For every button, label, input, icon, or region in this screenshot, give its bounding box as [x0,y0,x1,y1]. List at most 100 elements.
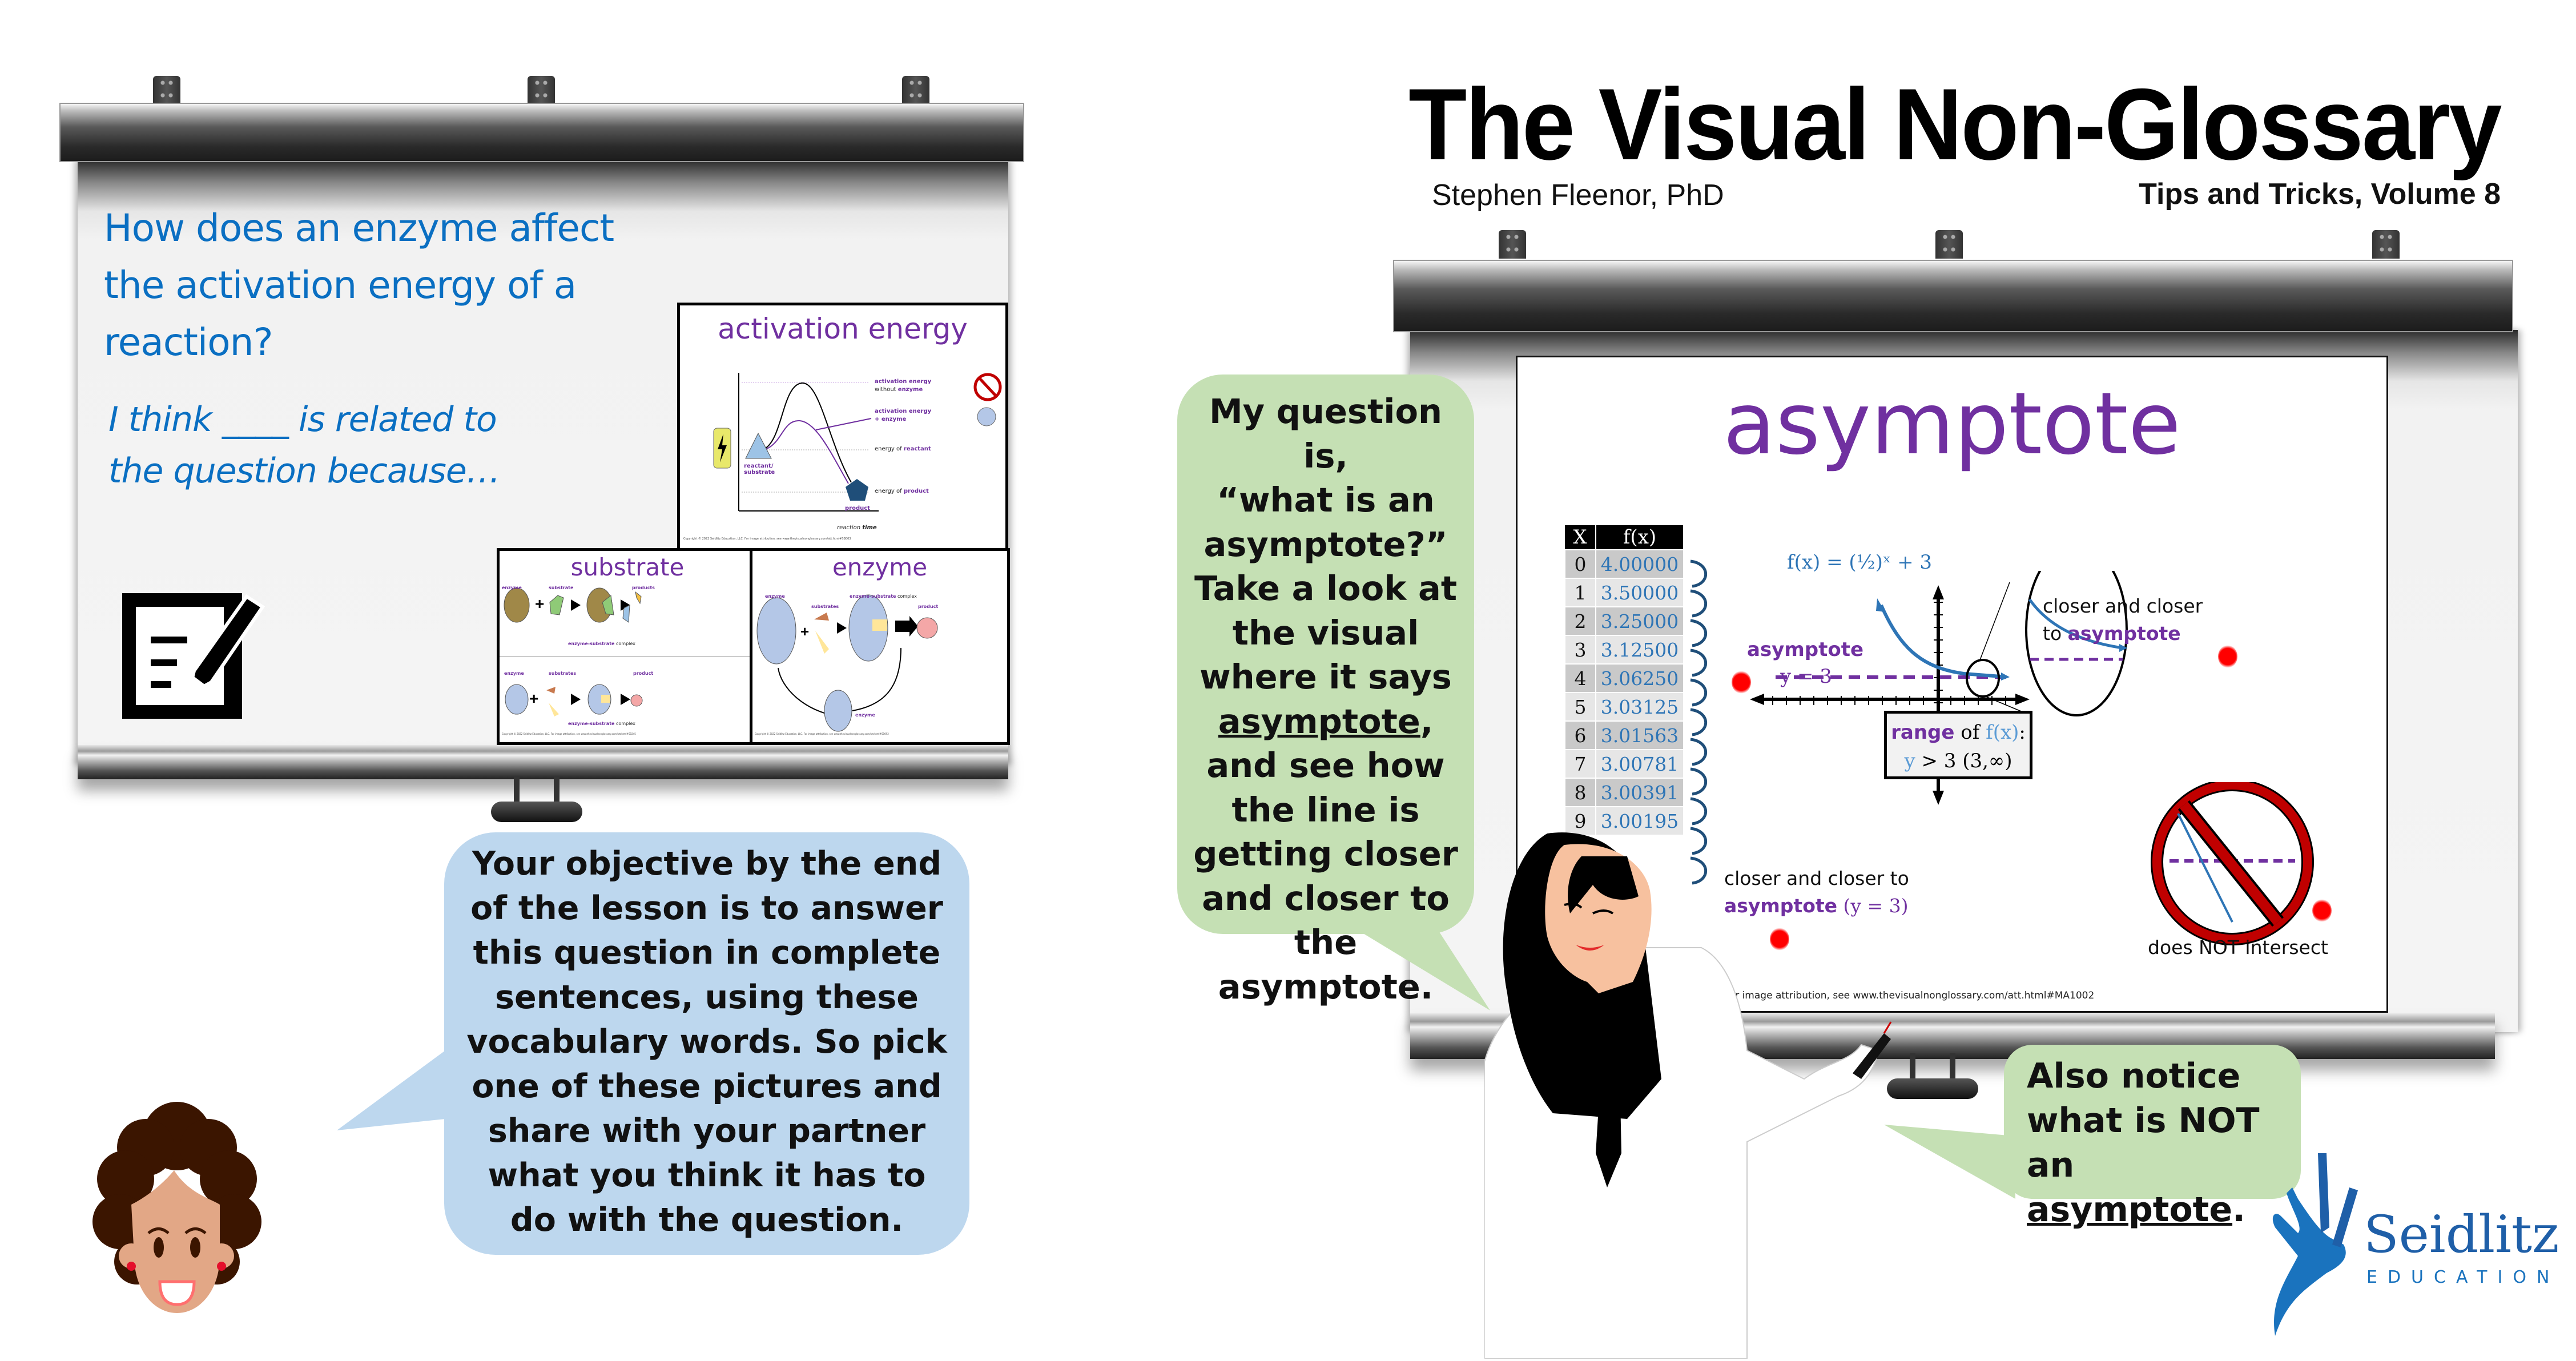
bubble-line: getting closer [1193,834,1458,873]
range-box: range of f(x): y > 3 (3,∞) [1884,711,2032,779]
table-row: 1 3.50000 [1564,578,1684,607]
page-title: The Visual Non-Glossary [1408,67,2502,181]
label-reactant-substrate: reactant/substrate [744,463,775,476]
bubble-line: and see how [1206,746,1445,785]
fx-value: 3.01563 [1595,720,1684,750]
svg-text:+: + [535,595,544,613]
curved-arrow-icon [1690,589,1708,618]
label: product [918,604,939,609]
not-intersect-icon [2151,782,2314,945]
label-ae-without: activation energy [875,378,932,385]
substrate-diagram: + + [500,587,755,716]
label: substrates [811,604,839,609]
logo-subtitle: EDUCATION [2366,1267,2560,1287]
sentence-stem-line-1: I think ____ is related to [108,400,497,440]
notice-line-2: what is NOT an [2027,1101,2260,1185]
activation-energy-card[interactable]: activation energy activation energy with… [677,303,1008,553]
label: enzyme [855,712,875,718]
laser-pointer-dot [2218,645,2237,668]
x-value: 3 [1564,635,1596,665]
curved-arrow-icon [1690,678,1708,707]
label: enzyme [765,594,785,599]
fx-value: 3.03125 [1595,692,1684,722]
curved-arrow-icon [1690,649,1708,677]
bubble-line: Take a look at [1194,569,1458,608]
fx-value: 3.12500 [1595,635,1684,665]
hand-logo-icon [2272,1153,2358,1336]
label: enzyme [504,671,524,676]
seidlitz-education-logo[interactable]: Seidlitz EDUCATION [2264,1153,2559,1347]
label-product: product [845,505,870,512]
screen-clip [2372,230,2400,259]
svg-text:+: + [529,690,538,707]
screen-clip [528,76,555,104]
fx-value: 3.25000 [1595,606,1684,636]
range-line-1: range of f(x): [1891,721,2026,744]
sentence-stem-line-2: the question because… [108,451,501,491]
underlined-asymptote: asymptote [2027,1190,2233,1230]
label: substrate [549,585,574,590]
teacher-avatar-curly-hair [91,1085,263,1324]
fx-value: 3.06250 [1595,663,1684,693]
table-row: 3 3.12500 [1564,635,1684,665]
x-value: 6 [1564,720,1596,750]
not-intersect-caption: does NOT intersect [2148,936,2328,959]
table-row: 2 3.25000 [1564,606,1684,636]
label: product [633,671,654,676]
bubble-line: asymptote?” [1204,524,1448,564]
bubble-line: and closer to [1202,878,1450,918]
screen-clip [1935,230,1963,259]
notepad-pencil-icon [120,591,280,722]
asymptote-label: asymptote [1747,638,1864,661]
logo-wordmark: Seidlitz [2364,1205,2559,1265]
table-header-fx: f(x) [1596,525,1684,550]
sentence-stem: I think ____ is related to the question … [108,394,501,497]
fx-value: 3.00781 [1595,749,1684,779]
enzyme-card[interactable]: enzyme + enzyme enzyme-substrate complex… [750,548,1010,745]
underlined-asymptote: asymptote [1218,701,1420,741]
curved-arrow-icon [1690,797,1708,826]
left-screen-bottom-roller [78,745,1008,779]
asymptote-title: asymptote [1723,375,2181,474]
label-complex: enzyme-substrate complex [850,594,917,599]
screen-clip [1499,230,1526,259]
label: products [632,585,655,590]
left-screen-pull-handle[interactable] [491,776,582,822]
svg-text:+: + [800,623,809,640]
bubble-line: the asymptote. [1218,923,1434,1006]
label-ae-with: activation energy [875,408,932,414]
fx-value: 3.50000 [1595,578,1684,607]
laser-pointer-dot [2312,899,2332,922]
table-row: 7 3.00781 [1564,749,1684,779]
substrate-card[interactable]: substrate + + enzyme substrate products … [497,548,758,745]
activation-energy-diagram [713,373,1002,512]
left-screen-top-roller [59,103,1024,162]
label-complex: enzyme-substrate complex [568,721,635,726]
laser-pointer-dot [1732,671,1751,694]
curved-arrow-icon [1690,559,1708,588]
function-label: f(x) = (½)ˣ + 3 [1787,551,1933,574]
function-values-table: X f(x) 0 4.00000 1 3.50000 2 3.25000 3 3.12500 4… [1564,525,1684,836]
curved-arrow-icon [1690,708,1708,736]
enzyme-cycle-diagram: + [756,594,938,732]
x-value: 0 [1564,549,1596,579]
author-name: Stephen Fleenor, PhD [1432,179,1724,212]
volume-label: Tips and Tricks, Volume 8 [2139,178,2501,211]
notice-speech-bubble: Also notice what is NOT an asymptote. [2004,1045,2301,1230]
table-row: 8 3.00391 [1564,778,1684,807]
lesson-question: How does an enzyme affect the activation… [104,206,614,364]
right-bottom-bubble-tail [1884,1125,2015,1199]
curved-arrow-icon [1690,767,1708,796]
zoom-caption: closer and closer to asymptote [2043,595,2203,645]
copyright-note: Copyright © 2022 Seidlitz Education, LLC… [755,732,889,735]
table-row: 0 4.00000 [1564,549,1684,579]
copyright-note: Copyright © 2022 Seidlitz Education, LLC… [683,537,851,541]
fx-value: 3.00391 [1595,778,1684,807]
curved-arrow-icon [1690,619,1708,647]
label-energy-product: energy of product [875,488,929,494]
bubble-line: the visual [1232,613,1419,653]
table-row: 6 3.01563 [1564,720,1684,750]
table-row: 4 3.06250 [1564,663,1684,693]
question-speech-bubble: My question is, “what is an asymptote?” Tak… [1177,375,1474,1006]
objective-text: Your objective by the end of the lesson … [466,845,947,1239]
